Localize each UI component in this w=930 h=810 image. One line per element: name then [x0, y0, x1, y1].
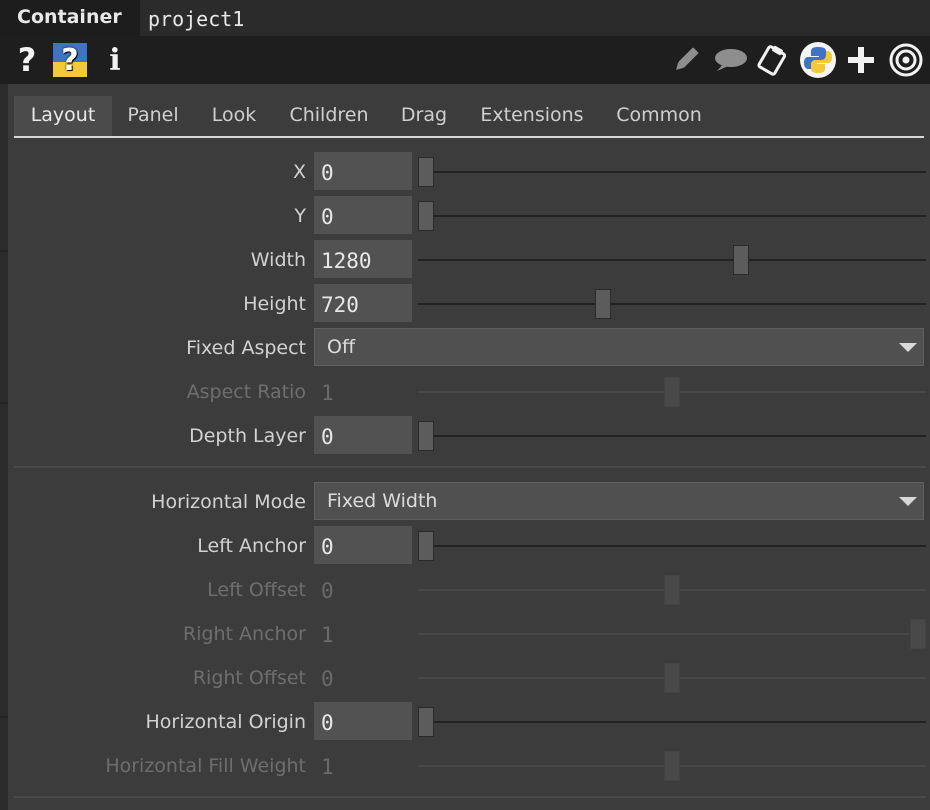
parameter-tabs: Layout Panel Look Children Drag Extensio… [14, 96, 924, 140]
menu-value: Off [327, 336, 356, 358]
title-bar: Container project1 [0, 0, 930, 36]
tab-drag[interactable]: Drag [396, 96, 452, 136]
param-right-offset: Right Offset 0 [14, 656, 926, 700]
right-offset-slider [418, 656, 926, 700]
param-width: Width 1280 [14, 238, 926, 282]
comment-icon[interactable] [710, 36, 750, 84]
horizontal-fill-weight-slider [418, 744, 926, 788]
slider-handle [910, 619, 926, 649]
height-slider[interactable] [418, 282, 926, 326]
slider-handle[interactable] [418, 421, 434, 451]
depth-layer-slider[interactable] [418, 414, 926, 458]
left-edge-strip [0, 84, 8, 810]
param-label: Aspect Ratio [186, 381, 306, 403]
target-icon[interactable] [886, 36, 926, 84]
param-horizontal-origin: Horizontal Origin 0 [14, 700, 926, 744]
param-label: Depth Layer [189, 425, 306, 447]
slider-handle[interactable] [418, 531, 434, 561]
chevron-down-icon [899, 497, 917, 506]
slider-handle[interactable] [418, 201, 434, 231]
fixed-aspect-menu[interactable]: Off [314, 328, 924, 366]
slider-handle [664, 377, 680, 407]
left-anchor-field[interactable]: 0 [314, 526, 412, 564]
aspect-ratio-field: 1 [321, 381, 334, 405]
info-icon[interactable]: i [104, 36, 126, 84]
param-label: Right Offset [192, 667, 306, 689]
param-label: Fixed Aspect [186, 337, 306, 359]
parameter-toolbar: ? ? i [0, 36, 930, 84]
param-label: X [292, 161, 306, 183]
param-horizontal-fill-weight: Horizontal Fill Weight 1 [14, 744, 926, 788]
x-field[interactable]: 0 [314, 152, 412, 190]
depth-layer-field[interactable]: 0 [314, 416, 412, 454]
python-help-icon[interactable]: ? [52, 36, 88, 84]
slider-handle[interactable] [418, 157, 434, 187]
param-label: Width [250, 249, 306, 271]
menu-value: Fixed Width [327, 490, 438, 512]
left-offset-field: 0 [321, 579, 334, 603]
param-left-offset: Left Offset 0 [14, 568, 926, 612]
param-depth-layer: Depth Layer 0 [14, 414, 926, 458]
edge-notch [0, 250, 8, 252]
edge-notch [0, 402, 8, 404]
y-slider[interactable] [418, 194, 926, 238]
right-anchor-field: 1 [321, 623, 334, 647]
horizontal-mode-menu[interactable]: Fixed Width [314, 482, 924, 520]
right-offset-field: 0 [321, 667, 334, 691]
python-icon[interactable] [798, 36, 838, 84]
param-label: Horizontal Mode [151, 491, 306, 513]
tab-layout[interactable]: Layout [14, 96, 112, 136]
param-horizontal-mode: Horizontal Mode Fixed Width [14, 480, 926, 524]
param-label: Horizontal Fill Weight [105, 755, 306, 777]
tab-extensions[interactable]: Extensions [474, 96, 590, 136]
slider-handle[interactable] [418, 707, 434, 737]
height-field[interactable]: 720 [314, 284, 412, 322]
horizontal-origin-field[interactable]: 0 [314, 702, 412, 740]
param-fixed-aspect: Fixed Aspect Off [14, 326, 926, 370]
aspect-ratio-slider [418, 370, 926, 414]
chevron-down-icon [899, 343, 917, 352]
slider-handle[interactable] [595, 289, 611, 319]
param-height: Height 720 [14, 282, 926, 326]
horizontal-origin-slider[interactable] [418, 700, 926, 744]
section-divider [14, 466, 926, 468]
operator-name[interactable]: project1 [148, 0, 244, 36]
param-label: Left Anchor [197, 535, 306, 557]
param-y: Y 0 [14, 194, 926, 238]
slider-handle [664, 575, 680, 605]
param-label: Left Offset [207, 579, 306, 601]
tab-children[interactable]: Children [284, 96, 374, 136]
python-help-label: ? [61, 43, 79, 77]
width-field[interactable]: 1280 [314, 240, 412, 278]
param-label: Right Anchor [182, 623, 306, 645]
param-left-anchor: Left Anchor 0 [14, 524, 926, 568]
width-slider[interactable] [418, 238, 926, 282]
horizontal-fill-weight-field: 1 [321, 755, 334, 779]
plus-icon[interactable] [844, 36, 878, 84]
param-label: Height [243, 293, 306, 315]
pencil-icon[interactable] [670, 36, 702, 84]
param-right-anchor: Right Anchor 1 [14, 612, 926, 656]
left-offset-slider [418, 568, 926, 612]
left-anchor-slider[interactable] [418, 524, 926, 568]
tab-look[interactable]: Look [204, 96, 264, 136]
tab-panel[interactable]: Panel [118, 96, 188, 136]
param-x: X 0 [14, 150, 926, 194]
param-label: Y [294, 205, 306, 227]
slider-handle [664, 751, 680, 781]
clipboard-icon[interactable] [754, 36, 790, 84]
x-slider[interactable] [418, 150, 926, 194]
slider-handle [664, 663, 680, 693]
section-divider [14, 796, 926, 798]
param-aspect-ratio: Aspect Ratio 1 [14, 370, 926, 414]
y-field[interactable]: 0 [314, 196, 412, 234]
slider-handle[interactable] [733, 245, 749, 275]
help-icon[interactable]: ? [14, 36, 40, 84]
edge-notch [0, 716, 8, 718]
right-anchor-slider [418, 612, 926, 656]
tab-underline [14, 136, 924, 138]
param-label: Horizontal Origin [145, 711, 306, 733]
operator-type: Container [0, 0, 140, 36]
tab-common[interactable]: Common [610, 96, 708, 136]
